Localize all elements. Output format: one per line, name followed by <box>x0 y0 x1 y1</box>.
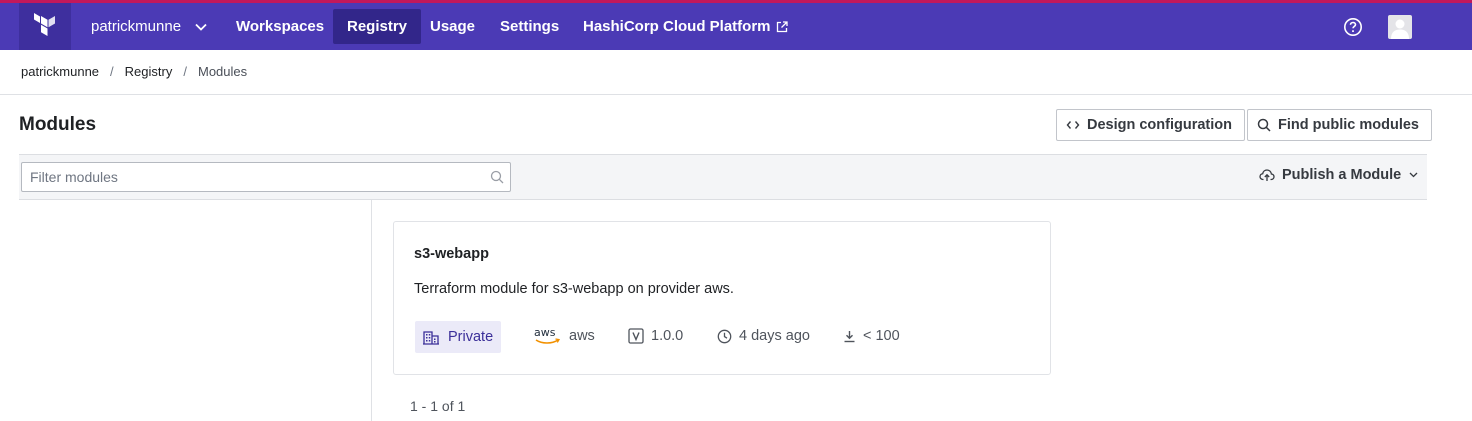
breadcrumb-separator: / <box>110 64 114 79</box>
breadcrumb: patrickmunne / Registry / Modules <box>21 64 247 79</box>
filter-modules-field[interactable] <box>21 162 511 192</box>
nav-settings[interactable]: Settings <box>486 9 573 44</box>
page-title: Modules <box>19 114 97 135</box>
nav-registry[interactable]: Registry <box>333 9 422 44</box>
cloud-upload-icon <box>1259 168 1275 182</box>
svg-text:aws: aws <box>534 326 556 339</box>
breadcrumb-org[interactable]: patrickmunne <box>21 64 99 79</box>
download-icon <box>843 330 856 343</box>
nav-workspaces[interactable]: Workspaces <box>222 9 338 44</box>
modules-toolbar: Publish a Module <box>19 154 1427 200</box>
nav-hashicorp-cloud-platform[interactable]: HashiCorp Cloud Platform <box>569 9 802 44</box>
chevron-down-icon <box>1409 172 1418 178</box>
search-icon <box>1257 118 1271 132</box>
divider <box>0 94 1472 95</box>
published-meta: 4 days ago <box>717 328 810 344</box>
module-card[interactable]: s3-webapp Terraform module for s3-webapp… <box>393 221 1051 375</box>
published-time: 4 days ago <box>739 328 810 344</box>
nav-usage[interactable]: Usage <box>416 9 489 44</box>
aws-logo-icon: aws <box>534 326 561 346</box>
chevron-down-icon <box>195 23 207 31</box>
publish-module-dropdown[interactable]: Publish a Module <box>1259 167 1418 183</box>
top-navbar: patrickmunne Workspaces Registry Usage S… <box>0 3 1472 50</box>
code-icon <box>1066 119 1080 131</box>
version-icon <box>628 328 644 344</box>
module-description: Terraform module for s3-webapp on provid… <box>414 281 734 297</box>
provider-name: aws <box>569 328 595 344</box>
building-icon <box>423 330 439 345</box>
sidebar-divider <box>371 200 372 421</box>
visibility-badge: Private <box>415 321 502 353</box>
pagination-summary: 1 - 1 of 1 <box>410 398 466 414</box>
provider-meta: aws aws <box>534 326 595 346</box>
breadcrumb-separator: / <box>183 64 187 79</box>
download-count: < 100 <box>863 328 900 344</box>
terraform-logo[interactable] <box>19 3 71 50</box>
avatar[interactable] <box>1388 15 1412 39</box>
breadcrumb-current: Modules <box>197 64 248 79</box>
downloads-meta: < 100 <box>843 328 900 344</box>
search-icon <box>490 170 504 187</box>
version-meta: 1.0.0 <box>628 328 683 344</box>
filter-modules-input[interactable] <box>22 163 472 191</box>
breadcrumb-registry[interactable]: Registry <box>125 64 173 79</box>
external-link-icon <box>776 20 788 33</box>
find-public-modules-button[interactable]: Find public modules <box>1247 109 1432 141</box>
help-icon[interactable] <box>1343 17 1363 37</box>
design-configuration-button[interactable]: Design configuration <box>1056 109 1245 141</box>
clock-icon <box>717 329 732 344</box>
org-switcher[interactable]: patrickmunne <box>91 3 207 50</box>
module-name-link[interactable]: s3-webapp <box>414 246 489 262</box>
module-version: 1.0.0 <box>651 328 684 344</box>
org-name: patrickmunne <box>91 18 182 35</box>
